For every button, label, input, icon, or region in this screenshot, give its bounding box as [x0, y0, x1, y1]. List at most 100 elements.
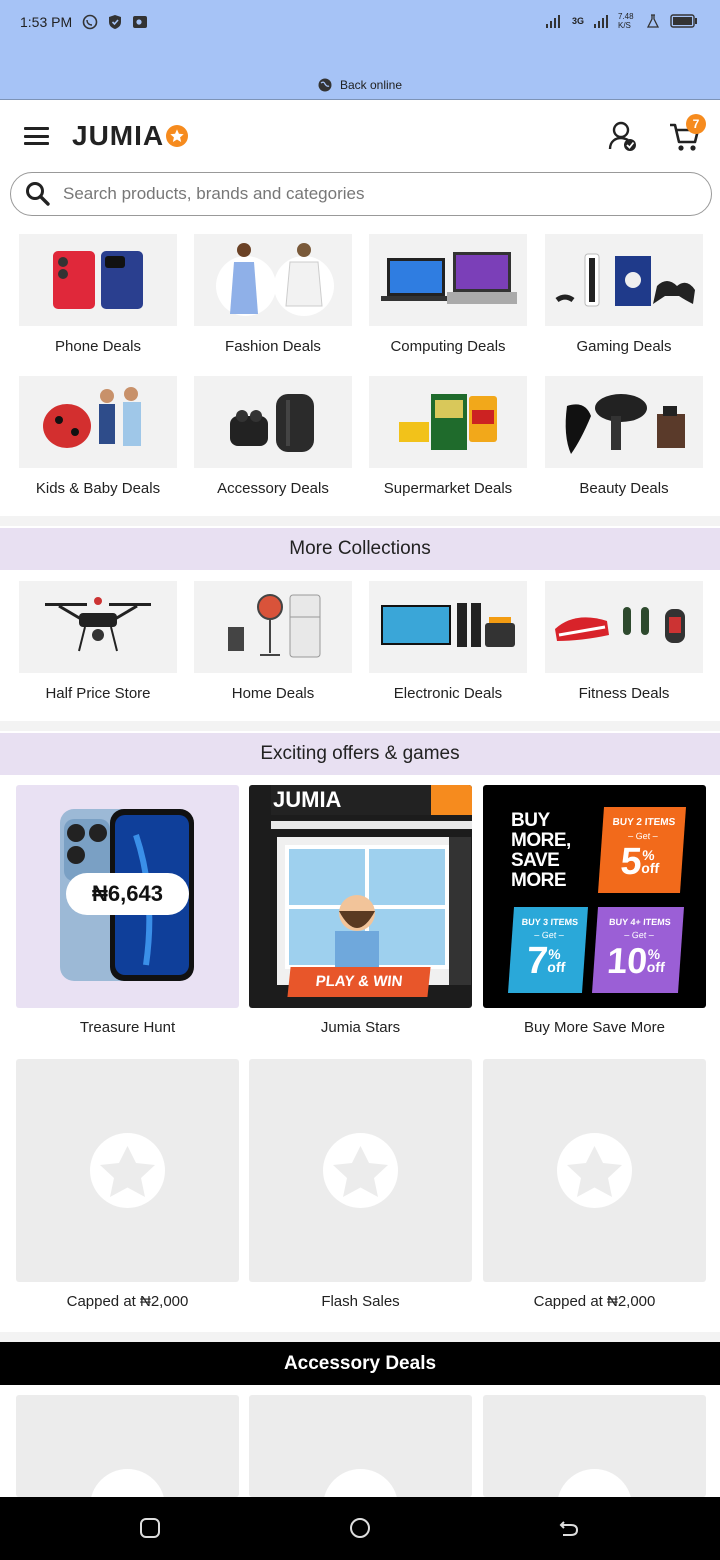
- fitness-deals-tile[interactable]: Fitness Deals: [545, 581, 703, 702]
- star-placeholder-icon: [100, 1146, 155, 1197]
- whatsapp-icon: [82, 14, 98, 30]
- placeholder-image: [483, 1395, 706, 1497]
- tile-label: Kids & Baby Deals: [35, 480, 161, 497]
- jumia-stars-card[interactable]: JUMIA PLAY & WIN Jumia Stars: [249, 785, 472, 1036]
- card-label: Treasure Hunt: [79, 1019, 176, 1036]
- tile-label: Fitness Deals: [578, 685, 670, 702]
- treasure-hunt-image: ₦6,643: [16, 785, 239, 1008]
- tier-pct-row: 10% off: [593, 940, 682, 982]
- computing-deals-tile[interactable]: Computing Deals: [369, 234, 527, 355]
- system-nav-bar: [0, 1497, 720, 1560]
- flask-icon: [646, 14, 660, 28]
- search-bar[interactable]: [10, 172, 712, 216]
- status-time: 1:53 PM: [20, 14, 73, 30]
- star-placeholder-icon: [333, 1146, 388, 1197]
- search-icon: [26, 182, 50, 206]
- play-win-button[interactable]: PLAY & WIN: [287, 967, 431, 997]
- buy-more-image: BUY MORE, SAVE MORE BUY 2 ITEMS – Get – …: [483, 785, 706, 1008]
- back-button-icon[interactable]: [558, 1517, 580, 1539]
- accessory-deals-image: [194, 376, 352, 468]
- tier-get: – Get –: [533, 930, 565, 940]
- gaming-image: [555, 253, 695, 307]
- tile-label: Supermarket Deals: [383, 480, 513, 497]
- placeholder-image: [249, 1059, 472, 1282]
- tier-get: – Get –: [627, 831, 659, 841]
- kids-baby-deals-tile[interactable]: Kids & Baby Deals: [19, 376, 177, 497]
- tier-qty: BUY 4+ ITEMS: [608, 917, 672, 927]
- tier-4-items: BUY 4+ ITEMS – Get – 10% off: [591, 907, 685, 993]
- drone-image: [45, 597, 151, 652]
- logo-text: JUMIA: [72, 120, 165, 151]
- signal-icon-2: [594, 15, 608, 28]
- half-price-store-tile[interactable]: Half Price Store: [19, 581, 177, 702]
- net-speed: 7.48 K/S: [618, 12, 634, 30]
- gaming-deals-image: [545, 234, 703, 326]
- tier-off: % off: [646, 946, 666, 975]
- tile-label: Phone Deals: [55, 338, 141, 355]
- groceries-image: [399, 394, 497, 450]
- treasure-hunt-card[interactable]: ₦6,643 Treasure Hunt: [16, 785, 239, 1036]
- card-label: Jumia Stars: [320, 1019, 401, 1036]
- section-separator: [0, 516, 720, 526]
- home-deals-image: [194, 581, 352, 673]
- menu-icon[interactable]: [24, 127, 49, 145]
- capped-card-2[interactable]: Capped at ₦2,000: [483, 1059, 706, 1310]
- shield-icon: [109, 15, 122, 29]
- flash-sales-card[interactable]: Flash Sales: [249, 1059, 472, 1310]
- accessory-deals-tile[interactable]: Accessory Deals: [194, 376, 352, 497]
- beauty-image: [565, 394, 685, 454]
- account-icon[interactable]: [608, 120, 638, 152]
- tier-get: – Get –: [623, 930, 655, 940]
- phones-image: [53, 251, 143, 309]
- buy-more-save-more-card[interactable]: BUY MORE, SAVE MORE BUY 2 ITEMS – Get – …: [483, 785, 706, 1036]
- appliances-image: [228, 594, 321, 658]
- tile-label: Electronic Deals: [393, 685, 503, 702]
- half-price-image: [19, 581, 177, 673]
- buy-more-headline: BUY MORE, SAVE MORE: [511, 810, 571, 891]
- home-deals-tile[interactable]: Home Deals: [194, 581, 352, 702]
- placeholder-image: [16, 1395, 239, 1497]
- card-label: Capped at ₦2,000: [66, 1293, 189, 1310]
- card-label: Capped at ₦2,000: [533, 1293, 656, 1310]
- home-button-icon[interactable]: [349, 1517, 371, 1539]
- tier-pct-row: 5% off: [599, 841, 684, 884]
- accessory-card-2[interactable]: [249, 1395, 472, 1497]
- outlook-icon: [133, 16, 148, 28]
- kids-baby-deals-image: [19, 376, 177, 468]
- tier-qty: BUY 3 ITEMS: [521, 917, 579, 927]
- card-label: Flash Sales: [321, 1293, 400, 1310]
- tile-label: Computing Deals: [390, 338, 506, 355]
- tier-3-items: BUY 3 ITEMS – Get – 7% off: [507, 907, 589, 993]
- recents-button-icon[interactable]: [139, 1517, 161, 1539]
- placeholder-image: [16, 1059, 239, 1282]
- accessory-card-3[interactable]: [483, 1395, 706, 1497]
- tier-2-items: BUY 2 ITEMS – Get – 5% off: [597, 807, 687, 893]
- supermarket-deals-tile[interactable]: Supermarket Deals: [369, 376, 527, 497]
- tier-off: % off: [640, 847, 660, 876]
- more-collections-header: More Collections: [0, 528, 720, 570]
- search-input[interactable]: [63, 184, 663, 204]
- capped-card-1[interactable]: Capped at ₦2,000: [16, 1059, 239, 1310]
- electronic-deals-tile[interactable]: Electronic Deals: [369, 581, 527, 702]
- section-separator: [0, 721, 720, 731]
- fashion-deals-tile[interactable]: Fashion Deals: [194, 234, 352, 355]
- tile-label: Gaming Deals: [576, 338, 672, 355]
- fitness-deals-image: [545, 581, 703, 673]
- beauty-deals-tile[interactable]: Beauty Deals: [545, 376, 703, 497]
- status-time-area: 1:53 PM: [20, 14, 148, 30]
- tier-off: % off: [546, 946, 566, 975]
- tile-label: Beauty Deals: [579, 480, 669, 497]
- network-type: 3G: [571, 16, 584, 26]
- gaming-deals-tile[interactable]: Gaming Deals: [545, 234, 703, 355]
- jumia-logo[interactable]: JUMIA: [72, 120, 189, 152]
- supermarket-deals-image: [369, 376, 527, 468]
- tile-label: Half Price Store: [45, 685, 151, 702]
- cart-count-badge: 7: [686, 114, 706, 134]
- accessory-card-1[interactable]: [16, 1395, 239, 1497]
- logo-star-icon: [166, 125, 189, 147]
- placeholder-circle: [90, 1469, 165, 1497]
- tier-pct-row: 7% off: [509, 940, 586, 983]
- signal-icon: [545, 15, 560, 28]
- tile-label: Home Deals: [231, 685, 315, 702]
- phone-deals-tile[interactable]: Phone Deals: [19, 234, 177, 355]
